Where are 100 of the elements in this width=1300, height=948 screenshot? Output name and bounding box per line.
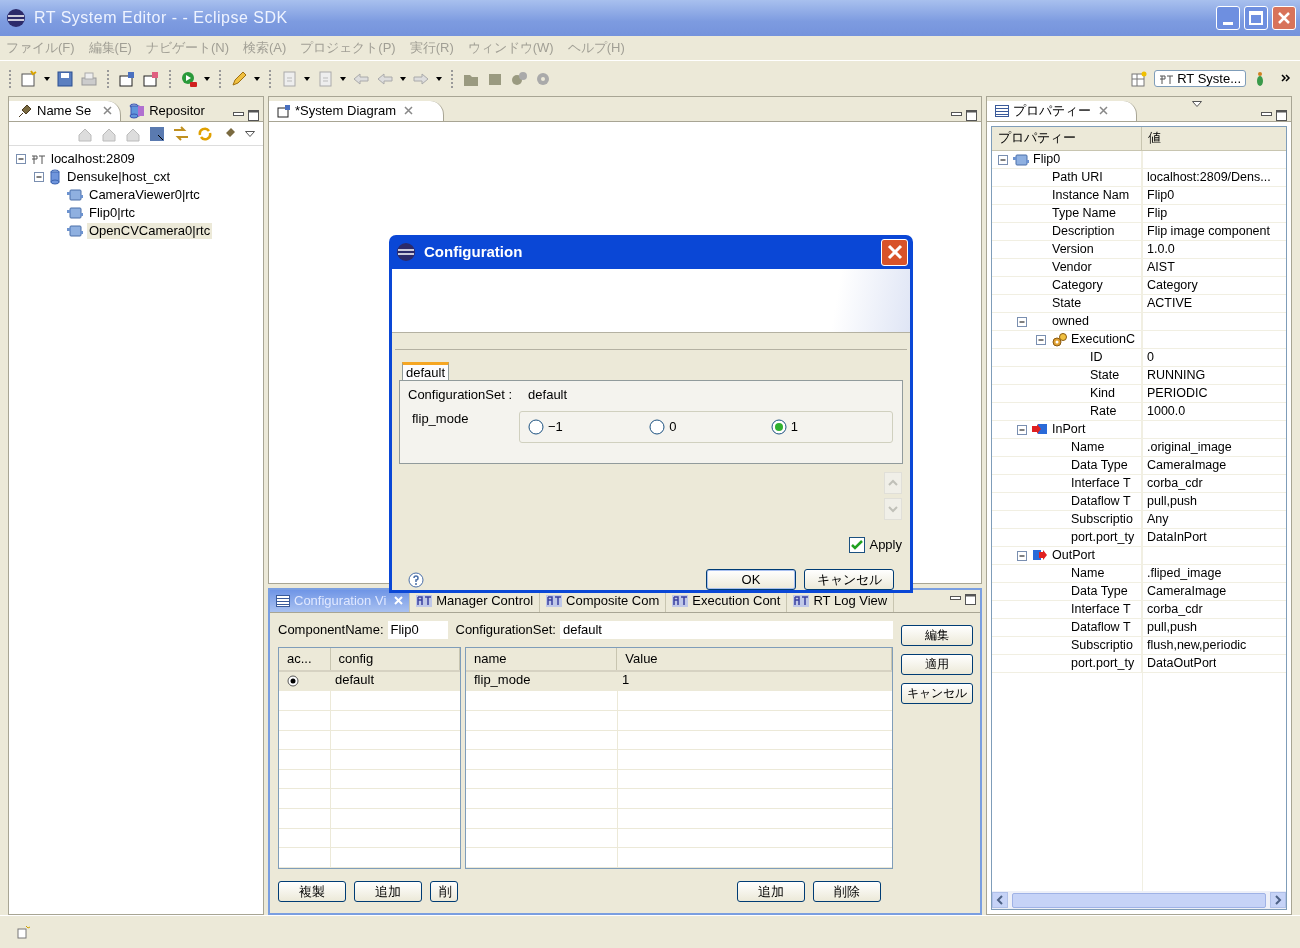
collapse-toggle-icon[interactable]: [1035, 333, 1047, 346]
column-header[interactable]: 値: [1142, 127, 1167, 150]
radio-button[interactable]: [287, 674, 299, 687]
editor-tab[interactable]: *System Diagram: [269, 101, 445, 121]
button[interactable]: 編集: [901, 625, 973, 646]
maximize-view-icon[interactable]: [966, 110, 977, 121]
dialog-title: Configuration: [424, 243, 524, 261]
button[interactable]: 複製: [278, 881, 346, 902]
collapse-toggle-icon[interactable]: [1016, 423, 1028, 436]
property-name: Name: [1071, 440, 1105, 455]
property-name: Flip0: [1033, 152, 1061, 167]
run-icon[interactable]: [180, 69, 198, 88]
scroll-right-icon[interactable]: [1270, 892, 1286, 908]
field-label: ConfigurationSet :: [408, 387, 513, 403]
caret-icon[interactable]: [340, 76, 346, 81]
radio-icon[interactable]: [528, 419, 544, 435]
table-icon: [276, 595, 290, 607]
close-button[interactable]: [881, 238, 908, 266]
refresh-icon[interactable]: [197, 125, 213, 142]
maximize-view-icon[interactable]: [965, 594, 976, 605]
table-row[interactable]: flip_mode 1: [466, 671, 892, 692]
collapse-toggle-icon[interactable]: [997, 153, 1009, 166]
checkbox-icon[interactable]: [849, 537, 866, 553]
column-header[interactable]: プロパティー: [992, 127, 1142, 150]
maximize-button[interactable]: [1244, 6, 1268, 30]
tree-item[interactable]: Flip0|rtc: [87, 205, 137, 221]
maximize-view-icon[interactable]: [248, 110, 259, 121]
collapse-toggle-icon[interactable]: [1016, 549, 1028, 562]
scroll-left-icon[interactable]: [992, 892, 1008, 908]
maximize-view-icon[interactable]: [1276, 110, 1287, 121]
close-tab-icon[interactable]: [1099, 106, 1108, 116]
button[interactable]: 適用: [901, 654, 973, 675]
column-header[interactable]: name: [466, 648, 618, 670]
expand-toggle-icon[interactable]: [33, 171, 45, 183]
new-icon[interactable]: [20, 69, 38, 88]
view-menu-icon[interactable]: [245, 130, 255, 137]
button[interactable]: 追加: [737, 881, 805, 902]
filter-icon[interactable]: [173, 125, 189, 142]
radio-button[interactable]: 0: [649, 419, 771, 435]
property-value: pull,push: [1147, 620, 1198, 635]
apply-checkbox[interactable]: Apply: [392, 537, 910, 553]
caret-icon[interactable]: [204, 76, 210, 81]
component-icon: [1013, 151, 1029, 168]
caret-icon[interactable]: [304, 76, 310, 81]
tree-item[interactable]: CameraViewer0|rtc: [87, 187, 202, 203]
minimize-view-icon[interactable]: [233, 110, 244, 118]
button[interactable]: キャンセル: [804, 569, 894, 590]
open-perspective-icon[interactable]: [1130, 69, 1149, 88]
tree-item[interactable]: Densuke|host_cxt: [65, 169, 173, 185]
view-tab[interactable]: Name Se: [9, 101, 122, 121]
diagram-icon: [277, 104, 291, 119]
pencil-icon[interactable]: [230, 69, 248, 88]
view-tab[interactable]: プロパティー: [987, 101, 1137, 121]
tree-item[interactable]: OpenCVCamera0|rtc: [87, 223, 213, 239]
column-header[interactable]: Value: [617, 648, 892, 670]
caret-icon[interactable]: [254, 76, 260, 81]
rt-icon: [31, 153, 45, 165]
close-tab-icon[interactable]: [404, 106, 414, 116]
property-name: Name: [1071, 566, 1105, 581]
config-set-tab[interactable]: default: [402, 361, 450, 381]
button[interactable]: 削除: [813, 881, 881, 902]
collapse-toggle-icon[interactable]: [1016, 315, 1028, 328]
caret-icon[interactable]: [44, 76, 50, 81]
fast-view-icon[interactable]: [16, 925, 30, 939]
button[interactable]: OK: [706, 569, 796, 590]
caret-icon[interactable]: [436, 76, 442, 81]
column-header[interactable]: ac...: [279, 648, 331, 670]
save-icon[interactable]: [56, 69, 74, 88]
tree-item[interactable]: localhost:2809: [49, 151, 137, 167]
radio-icon[interactable]: [770, 419, 787, 435]
close-button[interactable]: [1272, 6, 1296, 30]
property-value: Any: [1147, 512, 1169, 527]
config-set-field[interactable]: default: [559, 621, 893, 639]
button[interactable]: 削: [430, 881, 458, 902]
perspective-button[interactable]: RT Syste...: [1154, 69, 1246, 88]
column-header[interactable]: config: [330, 648, 460, 670]
close-tab-icon[interactable]: [103, 106, 113, 116]
radio-icon[interactable]: [649, 419, 666, 435]
radio-button[interactable]: −1: [528, 419, 650, 435]
view-menu-icon[interactable]: [1192, 101, 1202, 107]
property-name: port.port_ty: [1071, 530, 1135, 545]
view-tab[interactable]: Repositor: [121, 101, 213, 121]
radio-button[interactable]: 1: [770, 419, 892, 435]
property-value: 1000.0: [1147, 404, 1186, 419]
button[interactable]: キャンセル: [901, 683, 973, 704]
minimize-view-icon[interactable]: [1261, 110, 1272, 118]
property-name: Subscriptio: [1071, 638, 1133, 653]
property-name: ID: [1090, 350, 1103, 365]
component-name-field[interactable]: Flip0: [387, 621, 448, 639]
caret-icon[interactable]: [400, 76, 406, 81]
property-value: Flip: [1147, 206, 1168, 221]
scrollbar-thumb[interactable]: [1012, 892, 1266, 908]
button[interactable]: 追加: [354, 881, 422, 902]
minimize-view-icon[interactable]: [951, 110, 962, 118]
minimize-view-icon[interactable]: [950, 594, 961, 602]
table-row[interactable]: default: [279, 671, 460, 692]
expand-toggle-icon[interactable]: [15, 153, 27, 165]
property-name: Interface T: [1071, 476, 1131, 491]
minimize-button[interactable]: [1216, 6, 1240, 30]
help-icon[interactable]: [408, 571, 424, 588]
